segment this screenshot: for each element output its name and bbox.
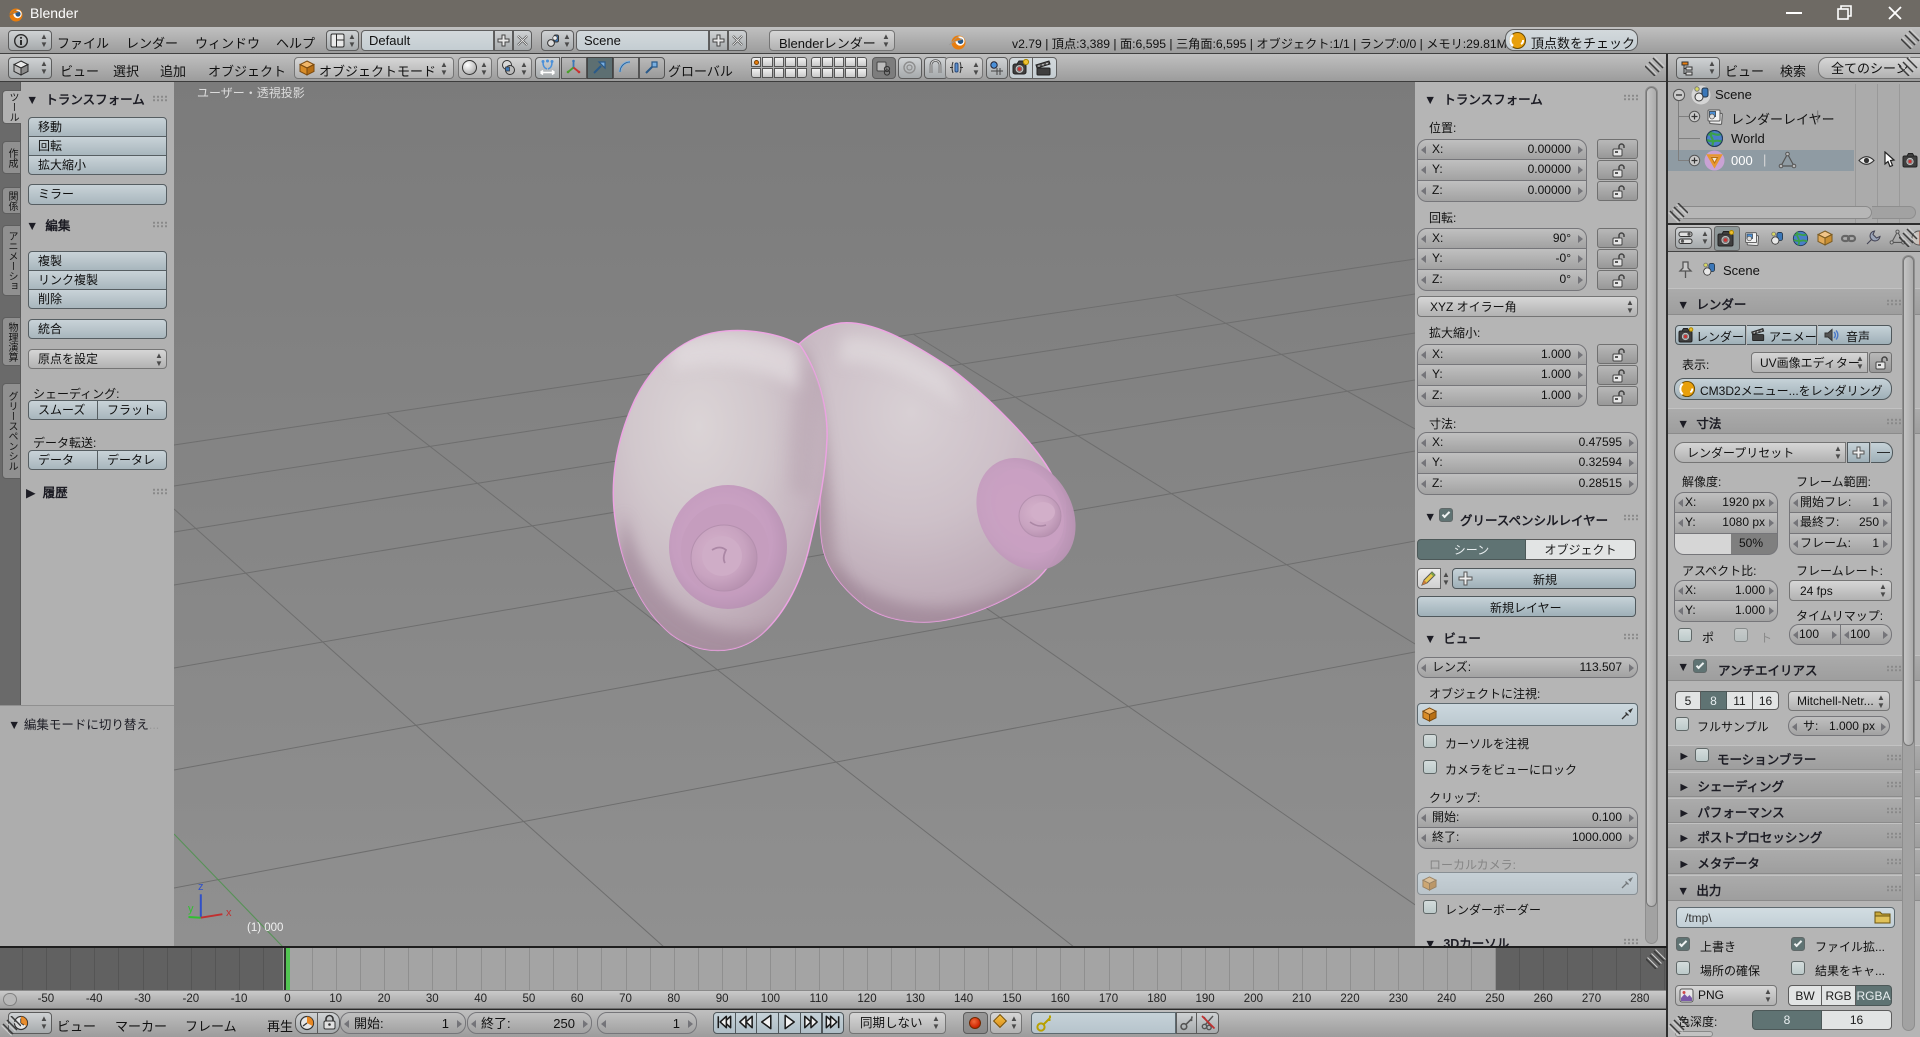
svg-text:y: y [188,903,194,915]
svg-text:(1) 000: (1) 000 [247,922,283,934]
svg-text:ユーザー・透視投影: ユーザー・透視投影 [197,85,305,100]
svg-text:z: z [198,881,204,893]
svg-text:x: x [226,907,232,919]
